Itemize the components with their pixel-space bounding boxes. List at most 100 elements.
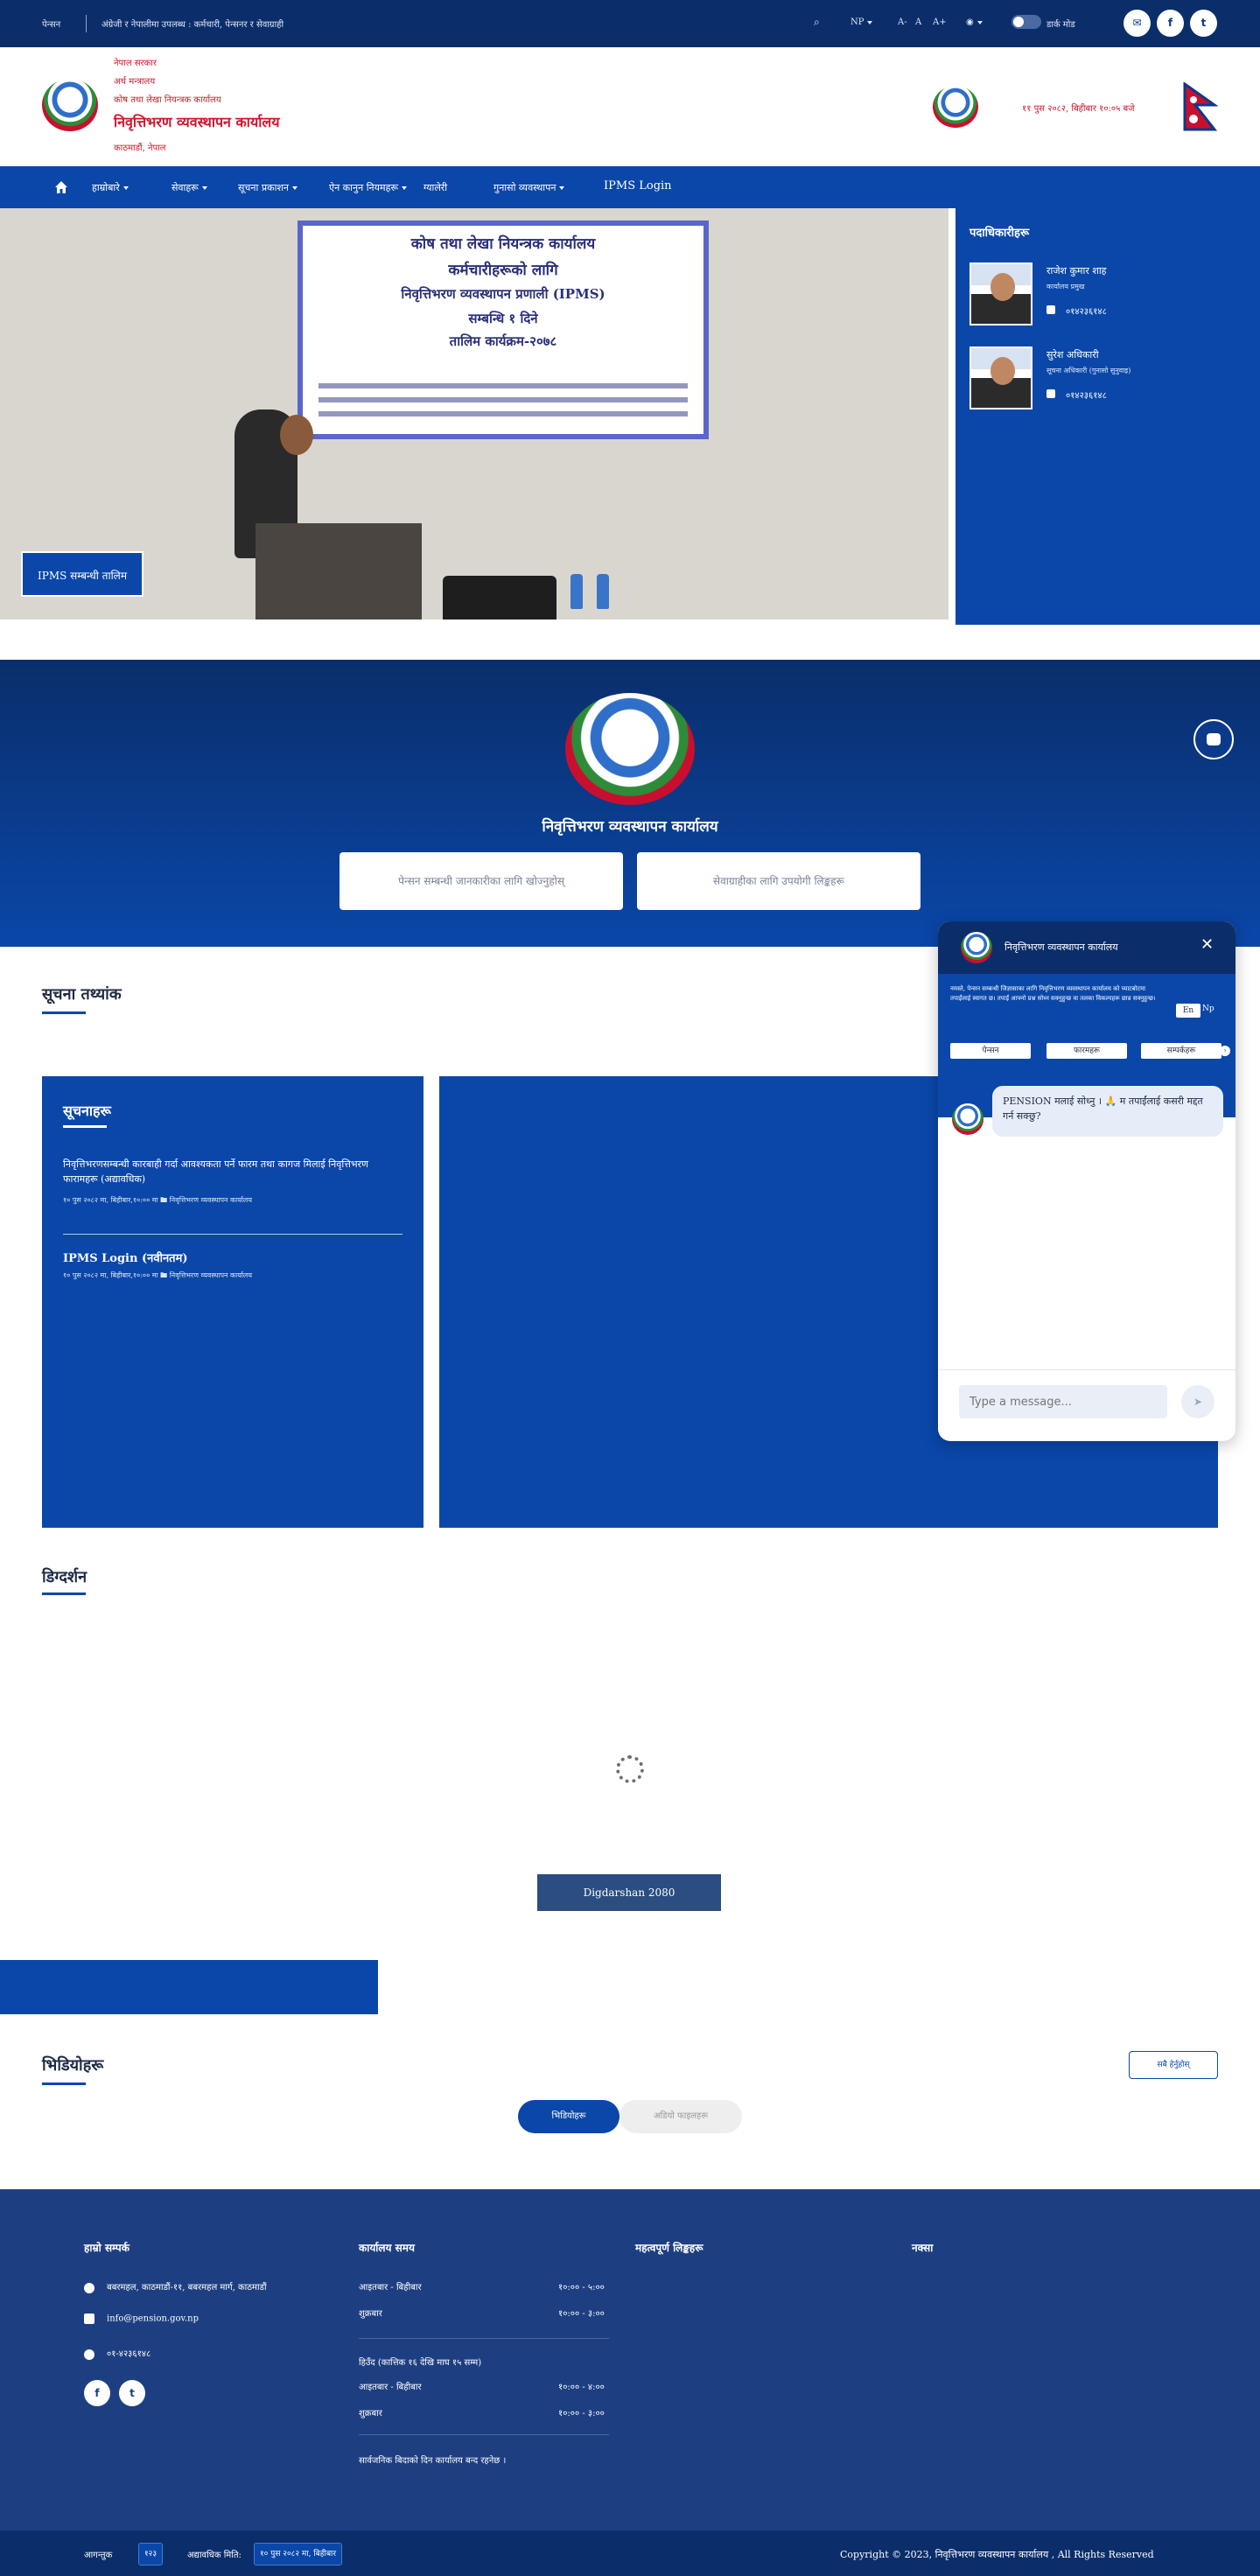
send-icon[interactable]: ➤ xyxy=(1181,1385,1214,1418)
bot-greeting-message: PENSION मलाई सोध्नु । 🙏 म तपाईंलाई कसरी … xyxy=(992,1086,1223,1137)
eye-icon[interactable]: ◉ xyxy=(966,18,983,27)
mail-icon[interactable]: ✉ xyxy=(1124,10,1151,37)
font-decrease-button[interactable]: A- xyxy=(898,18,907,27)
hero-caption-button[interactable]: IPMS सम्बन्धी तालिम xyxy=(21,551,144,597)
gallery-section-title: डिग्दर्शन xyxy=(42,1568,88,1586)
official-photo xyxy=(970,262,1032,326)
chat-message-input[interactable] xyxy=(959,1385,1167,1418)
official-name: राजेश कुमार शाह xyxy=(1046,265,1107,276)
phone-icon xyxy=(1046,389,1055,398)
visitors-count: १२३ xyxy=(138,2543,164,2566)
chatbot-title: निवृत्तिभरण व्यवस्थापन कार्यालय xyxy=(1004,942,1118,953)
close-icon[interactable]: ✕ xyxy=(1200,935,1214,954)
footer-links-title: महत्वपूर्ण लिङ्कहरू xyxy=(635,2242,704,2254)
notice-item-title[interactable]: निवृत्तिभरणसम्बन्धी कारबाही गर्दा आवश्यक… xyxy=(63,1157,404,1186)
winter-hours-title: हिउँद (कात्तिक १६ देखि माघ १५ सम्म) xyxy=(359,2358,482,2368)
visitors-label: आगन्तुक xyxy=(84,2551,113,2560)
footer-phone[interactable]: ०१-४२३६१४८ xyxy=(84,2347,150,2360)
title-underline xyxy=(42,2082,86,2085)
title-underline xyxy=(42,1012,86,1014)
search-box-links[interactable]: सेवाग्राहीका लागि उपयोगी लिङ्कहरू xyxy=(637,852,920,910)
nav-item-laws[interactable]: ऐन कानुन नियमहरू xyxy=(329,181,407,194)
official-photo xyxy=(970,346,1032,410)
view-all-button[interactable]: सबै हेर्नुहोस् xyxy=(1129,2051,1218,2079)
chatbot-header: निवृत्तिभरण व्यवस्थापन कार्यालय ✕ xyxy=(938,921,1236,974)
chatbot-icon[interactable] xyxy=(1194,719,1234,760)
topbar-divider xyxy=(86,15,87,32)
twitter-icon[interactable]: t xyxy=(119,2380,145,2406)
chat-option-pension[interactable]: पेन्सन xyxy=(950,1043,1031,1059)
chat-option-forms[interactable]: फारमहरू xyxy=(1046,1043,1127,1059)
font-increase-button[interactable]: A+ xyxy=(933,18,947,27)
secondary-emblem-logo xyxy=(933,86,978,128)
officials-title: पदाधिकारीहरू xyxy=(970,227,1030,240)
official-role: कार्यालय प्रमुख xyxy=(1046,283,1085,290)
search-section: निवृत्तिभरण व्यवस्थापन कार्यालय पेन्सन स… xyxy=(0,660,1260,947)
digdarshan-button[interactable]: Digdarshan 2080 xyxy=(537,1874,721,1911)
location-icon xyxy=(84,2282,94,2293)
holiday-note: सार्वजनिक बिदाको दिन कार्यालय बन्द रहनेछ… xyxy=(359,2456,507,2466)
nav-item-gallery[interactable]: ग्यालेरी xyxy=(424,181,447,194)
chair xyxy=(443,576,556,620)
chevron-right-icon[interactable]: › xyxy=(1220,1046,1230,1056)
search-icon[interactable]: ⌕ xyxy=(814,16,820,29)
hero-banner-line-3: निवृत्तिभरण व्यवस्थापन प्रणाली (IPMS) xyxy=(401,286,606,302)
notice-item-title[interactable]: IPMS Login (नवीनतम) xyxy=(63,1250,188,1265)
theme-toggle[interactable] xyxy=(1012,15,1041,29)
hours-day: शुक्रबार xyxy=(359,2309,382,2319)
bottom-bar: आगन्तुक १२३ अद्यावधिक मिति: १० पुस २०८२ … xyxy=(0,2530,1260,2576)
facebook-icon[interactable]: f xyxy=(1157,10,1184,37)
nav-item-grievance[interactable]: गुनासो व्यवस्थापन xyxy=(494,181,565,194)
hours-time: १०:०० - ३:०० xyxy=(558,2309,605,2319)
title-underline xyxy=(63,1125,107,1128)
officials-panel: पदाधिकारीहरू राजेश कुमार शाह कार्यालय प्… xyxy=(956,208,1260,625)
official-phone[interactable]: ०१४२३६१४८ xyxy=(1046,388,1107,401)
tab-videos[interactable]: भिडियोहरू xyxy=(518,2100,620,2133)
title-underline xyxy=(42,1592,86,1595)
official-role: सूचना अधिकारी (गुनासो सुनुवाइ) xyxy=(1046,367,1131,374)
hours-day: आइतबार - बिहीबार xyxy=(359,2283,422,2292)
phone-icon xyxy=(84,2348,94,2360)
search-section-title: निवृत्तिभरण व्यवस्थापन कार्यालय xyxy=(542,818,718,836)
facebook-icon[interactable]: f xyxy=(84,2380,110,2406)
header-line-5: काठमाडौं, नेपाल xyxy=(114,144,166,153)
water-bottle xyxy=(597,574,609,609)
notice-card: सूचनाहरू निवृत्तिभरणसम्बन्धी कारबाही गर्… xyxy=(42,1076,424,1528)
site-title[interactable]: निवृत्तिभरण व्यवस्थापन कार्यालय xyxy=(114,112,280,131)
updated-date: १० पुस २०८२ मा, बिहीबार xyxy=(254,2543,343,2566)
notice-item-meta: १० पुस २०८२ मा, बिहीबार,१०:०० मा 🖿 निवृत… xyxy=(63,1196,252,1204)
nav-item-publications[interactable]: सूचना प्रकाशन xyxy=(238,181,298,194)
nav-item-ipms-login[interactable]: IPMS Login xyxy=(604,179,672,192)
chat-option-contacts[interactable]: सम्पर्कहरू xyxy=(1141,1043,1222,1059)
chatbot-intro-text: नमस्ते, पेन्सन सम्बन्धी जिज्ञासाका लागि … xyxy=(950,985,1156,1003)
nav-item-services[interactable]: सेवाहरू xyxy=(172,181,207,194)
hero-banner-line-2: कर्मचारीहरूको लागि xyxy=(448,262,558,279)
home-icon[interactable] xyxy=(54,180,68,194)
hero-banner-line-5: तालिम कार्यक्रम-२०७८ xyxy=(449,333,557,349)
font-normal-button[interactable]: A xyxy=(915,18,921,27)
main-nav: हाम्रोबारे सेवाहरू सूचना प्रकाशन ऐन कानु… xyxy=(0,166,1260,208)
tab-audio[interactable]: अडियो फाइलहरू xyxy=(620,2100,742,2133)
topbar-notice[interactable]: अंग्रेजी र नेपालीमा उपलब्ध : कर्मचारी, प… xyxy=(102,18,284,30)
footer-email[interactable]: info@pension.gov.np xyxy=(84,2314,199,2324)
bot-message-avatar xyxy=(952,1103,984,1135)
official-phone[interactable]: ०१४२३६१४८ xyxy=(1046,304,1107,317)
top-utility-bar: पेन्सन अंग्रेजी र नेपालीमा उपलब्ध : कर्म… xyxy=(0,0,1260,47)
twitter-icon[interactable]: t xyxy=(1190,10,1217,37)
videos-section-title: भिडियोहरू xyxy=(42,2056,104,2075)
podium xyxy=(256,523,422,620)
footer-contact-title: हाम्रो सम्पर्क xyxy=(84,2242,130,2254)
hours-time: १०:०० - ५:०० xyxy=(558,2283,605,2292)
language-select[interactable]: NP xyxy=(850,18,873,27)
nepal-emblem-logo[interactable] xyxy=(42,79,98,131)
footer-divider xyxy=(359,2338,609,2339)
lang-np-button[interactable]: Np xyxy=(1202,1004,1214,1013)
chatbot-avatar xyxy=(961,932,992,963)
lang-en-button[interactable]: En xyxy=(1176,1004,1200,1018)
hours-time: १०:०० - ४:०० xyxy=(558,2383,605,2392)
footer-divider xyxy=(359,2434,609,2435)
nav-item-about[interactable]: हाम्रोबारे xyxy=(92,181,129,194)
search-box-pension[interactable]: पेन्सन सम्बन्धी जानकारीका लागि खोज्नुहोस… xyxy=(340,852,623,910)
hours-day: आइतबार - बिहीबार xyxy=(359,2383,422,2392)
theme-label: डार्क मोड xyxy=(1046,20,1075,30)
